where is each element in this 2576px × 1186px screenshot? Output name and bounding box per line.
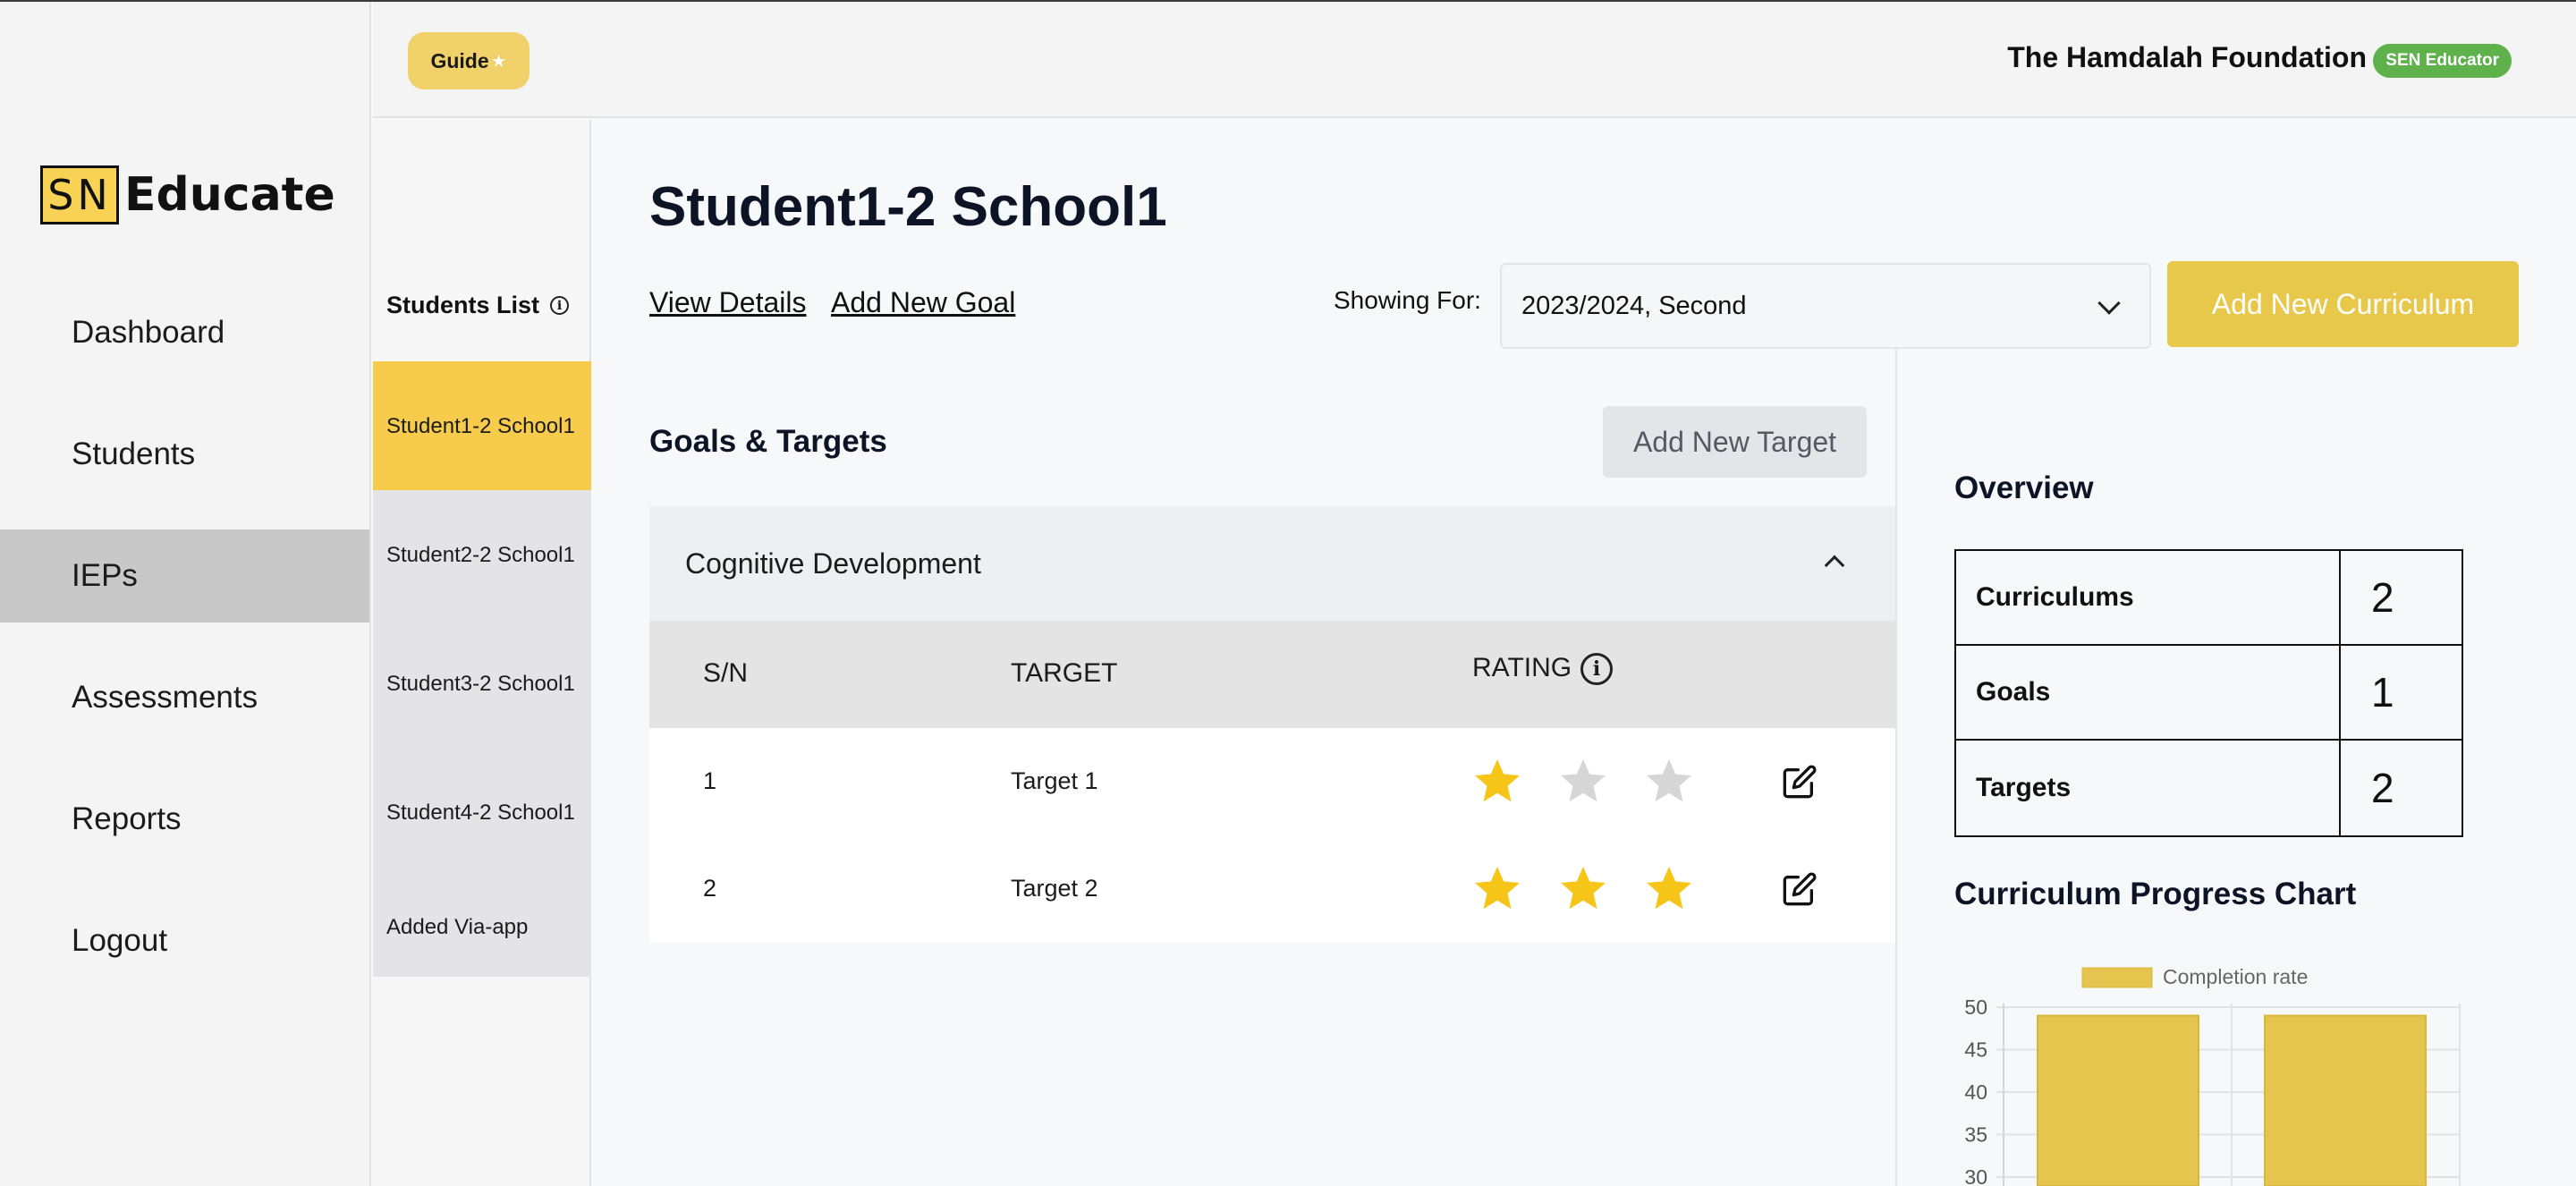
student-list-item[interactable]: Added Via-app [373, 877, 591, 977]
overview-row: Targets 2 [1956, 741, 2462, 835]
student-list-item[interactable]: Student4-2 School1 [373, 748, 591, 877]
row-sn: 1 [703, 767, 717, 794]
row-target: Target 1 [1011, 767, 1098, 794]
student-list-item[interactable]: Student3-2 School1 [373, 619, 591, 748]
page-title: Student1-2 School1 [649, 176, 1167, 238]
nav-item-dashboard[interactable]: Dashboard [0, 286, 369, 379]
nav-item-ieps[interactable]: IEPs [0, 529, 369, 623]
nav-item-logout[interactable]: Logout [0, 894, 369, 987]
info-icon[interactable]: i [550, 296, 570, 315]
column-header-target: TARGET [1011, 658, 1118, 688]
star-icon[interactable] [1556, 755, 1610, 809]
organization-name: The Hamdalah Foundation [2007, 41, 2367, 73]
panel-divider [1895, 349, 1897, 1186]
targets-table-body: 1 Target 1 2 Target 2 [649, 728, 1895, 943]
showing-for-label: Showing For: [1334, 286, 1481, 314]
logo-wordmark: Educate [124, 168, 335, 222]
star-icon[interactable] [1470, 755, 1524, 809]
y-tick-label: 30 [1964, 1165, 1987, 1186]
add-new-goal-link[interactable]: Add New Goal [831, 286, 1015, 319]
students-list-panel: Students List i Student1-2 School1 Stude… [373, 120, 591, 1186]
logo-sn-mark: SN [40, 165, 119, 224]
star-icon: ★ [490, 51, 507, 72]
legend-label: Completion rate [2163, 965, 2308, 988]
targets-table-header: S/N TARGET RATING i [649, 621, 1895, 728]
column-header-sn: S/N [703, 658, 749, 688]
overview-row: Goals 1 [1956, 646, 2462, 741]
overview-value: 2 [2371, 574, 2394, 621]
star-icon[interactable] [1470, 862, 1524, 916]
legend-swatch [2081, 967, 2153, 988]
chart-bar [2264, 1014, 2427, 1186]
rating-header-label: RATING [1472, 653, 1572, 682]
top-header: Guide ★ The Hamdalah Foundation SEN Educa… [373, 2, 2576, 118]
y-tick-label: 50 [1964, 995, 1987, 1019]
students-list-label: Students List [386, 292, 540, 318]
view-details-link[interactable]: View Details [649, 286, 806, 319]
guide-button[interactable]: Guide ★ [408, 32, 530, 89]
student-list-item[interactable]: Student1-2 School1 [373, 361, 591, 490]
overview-title: Overview [1954, 470, 2094, 505]
overview-label: Goals [1956, 646, 2341, 739]
overview-row: Curriculums 2 [1956, 551, 2462, 646]
y-tick-label: 45 [1964, 1038, 1987, 1062]
overview-value: 2 [2371, 765, 2394, 811]
star-icon[interactable] [1642, 862, 1696, 916]
chevron-up-icon[interactable] [1824, 555, 1845, 576]
column-header-rating: RATING i [1472, 653, 1614, 686]
chevron-down-icon [2097, 292, 2121, 315]
role-badge: SEN Educator [2373, 44, 2512, 78]
edit-icon[interactable] [1782, 764, 1818, 800]
edit-icon[interactable] [1782, 871, 1818, 907]
rating-stars[interactable] [1470, 862, 1728, 916]
term-select-value: 2023/2024, Second [1521, 291, 1747, 320]
add-new-target-button[interactable]: Add New Target [1603, 406, 1867, 478]
chart-bar [2037, 1014, 2199, 1186]
curriculum-progress-chart: Completion rate 50 45 40 35 30 [1964, 965, 2461, 1186]
overview-label: Curriculums [1956, 551, 2341, 644]
table-row: 2 Target 2 [649, 835, 1895, 943]
nav-item-students[interactable]: Students [0, 408, 369, 501]
student-list-item[interactable]: Student2-2 School1 [373, 490, 591, 619]
star-icon[interactable] [1556, 862, 1610, 916]
chart-title: Curriculum Progress Chart [1954, 877, 2357, 911]
sidebar: SN Educate Dashboard Students IEPs Asses… [0, 2, 371, 1186]
overview-label: Targets [1956, 741, 2341, 835]
app-logo[interactable]: SN Educate [40, 165, 335, 224]
row-target: Target 2 [1011, 875, 1098, 902]
table-row: 1 Target 1 [649, 728, 1895, 835]
goals-targets-title: Goals & Targets [649, 424, 887, 459]
star-icon[interactable] [1642, 755, 1696, 809]
term-select[interactable]: 2023/2024, Second [1500, 263, 2151, 349]
overview-table: Curriculums 2 Goals 1 Targets 2 [1954, 549, 2463, 837]
goal-accordion-header[interactable]: Cognitive Development [649, 506, 1895, 621]
add-new-curriculum-button[interactable]: Add New Curriculum [2167, 261, 2519, 347]
students-list-title: Students List i [386, 292, 570, 319]
guide-label: Guide [430, 48, 489, 72]
goal-accordion-title: Cognitive Development [685, 546, 981, 580]
nav-item-reports[interactable]: Reports [0, 773, 369, 866]
y-tick-label: 35 [1964, 1123, 1987, 1147]
rating-stars[interactable] [1470, 755, 1728, 809]
y-tick-label: 40 [1964, 1080, 1987, 1104]
overview-value: 1 [2371, 669, 2394, 716]
info-icon[interactable]: i [1580, 653, 1614, 686]
row-sn: 2 [703, 875, 717, 902]
nav-item-assessments[interactable]: Assessments [0, 651, 369, 744]
